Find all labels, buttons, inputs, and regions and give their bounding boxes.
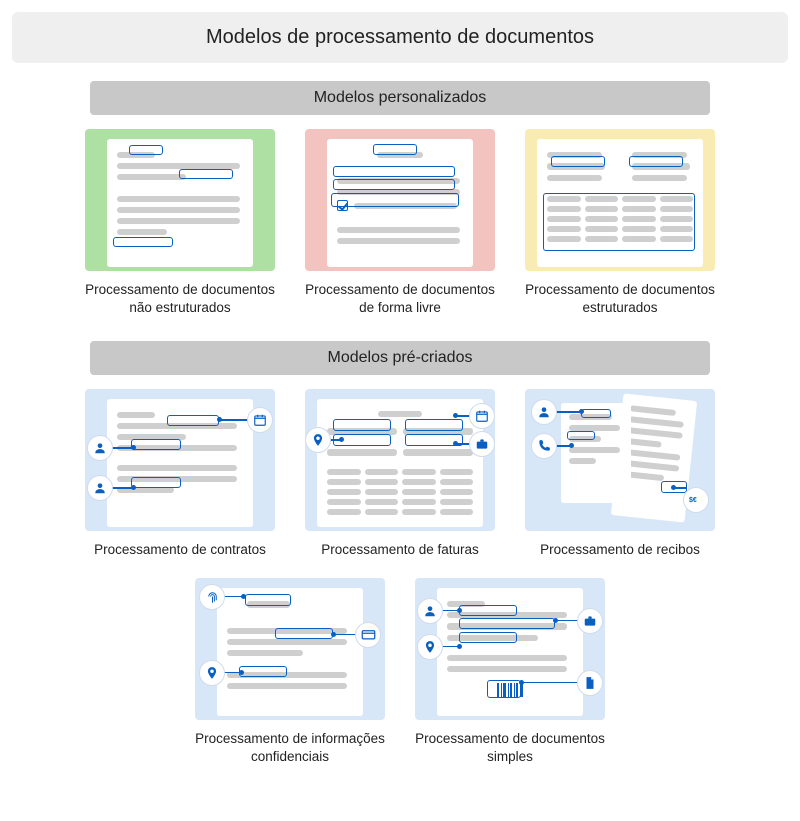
caption-sensitive: Processamento de informações confidencia…	[190, 730, 390, 766]
calendar-icon	[247, 407, 273, 433]
calendar-icon	[469, 403, 495, 429]
document-icon	[577, 670, 603, 696]
card-contracts: Processamento de contratos	[80, 389, 280, 559]
location-pin-icon	[417, 634, 443, 660]
section-header-prebuilt: Modelos pré-criados	[90, 341, 710, 375]
caption-structured: Processamento de documentos estruturados	[520, 281, 720, 317]
thumb-unstructured	[85, 129, 275, 271]
card-invoices: Processamento de faturas	[300, 389, 500, 559]
person-icon	[531, 399, 557, 425]
fingerprint-icon	[199, 584, 225, 610]
thumb-simple	[415, 578, 605, 720]
svg-text:$€: $€	[689, 497, 697, 504]
thumb-contracts	[85, 389, 275, 531]
card-freeform: Processamento de documentos de forma liv…	[300, 129, 500, 317]
caption-invoices: Processamento de faturas	[321, 541, 479, 559]
caption-freeform: Processamento de documentos de forma liv…	[300, 281, 500, 317]
location-pin-icon	[199, 660, 225, 686]
thumb-invoices	[305, 389, 495, 531]
thumb-sensitive	[195, 578, 385, 720]
caption-simple: Processamento de documentos simples	[410, 730, 610, 766]
briefcase-icon	[469, 431, 495, 457]
prebuilt-row-2: Processamento de informações confidencia…	[10, 578, 790, 766]
section-header-custom: Modelos personalizados	[90, 81, 710, 115]
thumb-receipts: $€	[525, 389, 715, 531]
prebuilt-row-1: Processamento de contratos	[10, 389, 790, 559]
briefcase-icon	[577, 608, 603, 634]
thumb-structured	[525, 129, 715, 271]
caption-unstructured: Processamento de documentos não estrutur…	[80, 281, 280, 317]
card-structured: Processamento de documentos estruturados	[520, 129, 720, 317]
custom-models-row: Processamento de documentos não estrutur…	[10, 129, 790, 317]
page-title: Modelos de processamento de documentos	[12, 12, 788, 63]
card-simple: Processamento de documentos simples	[410, 578, 610, 766]
caption-contracts: Processamento de contratos	[94, 541, 266, 559]
card-receipts: $€ Processamento de recibos	[520, 389, 720, 559]
phone-icon	[531, 433, 557, 459]
card-sensitive: Processamento de informações confidencia…	[190, 578, 390, 766]
thumb-freeform	[305, 129, 495, 271]
caption-receipts: Processamento de recibos	[540, 541, 700, 559]
card-unstructured: Processamento de documentos não estrutur…	[80, 129, 280, 317]
person-icon	[417, 598, 443, 624]
currency-icon: $€	[683, 487, 709, 513]
card-icon	[355, 622, 381, 648]
